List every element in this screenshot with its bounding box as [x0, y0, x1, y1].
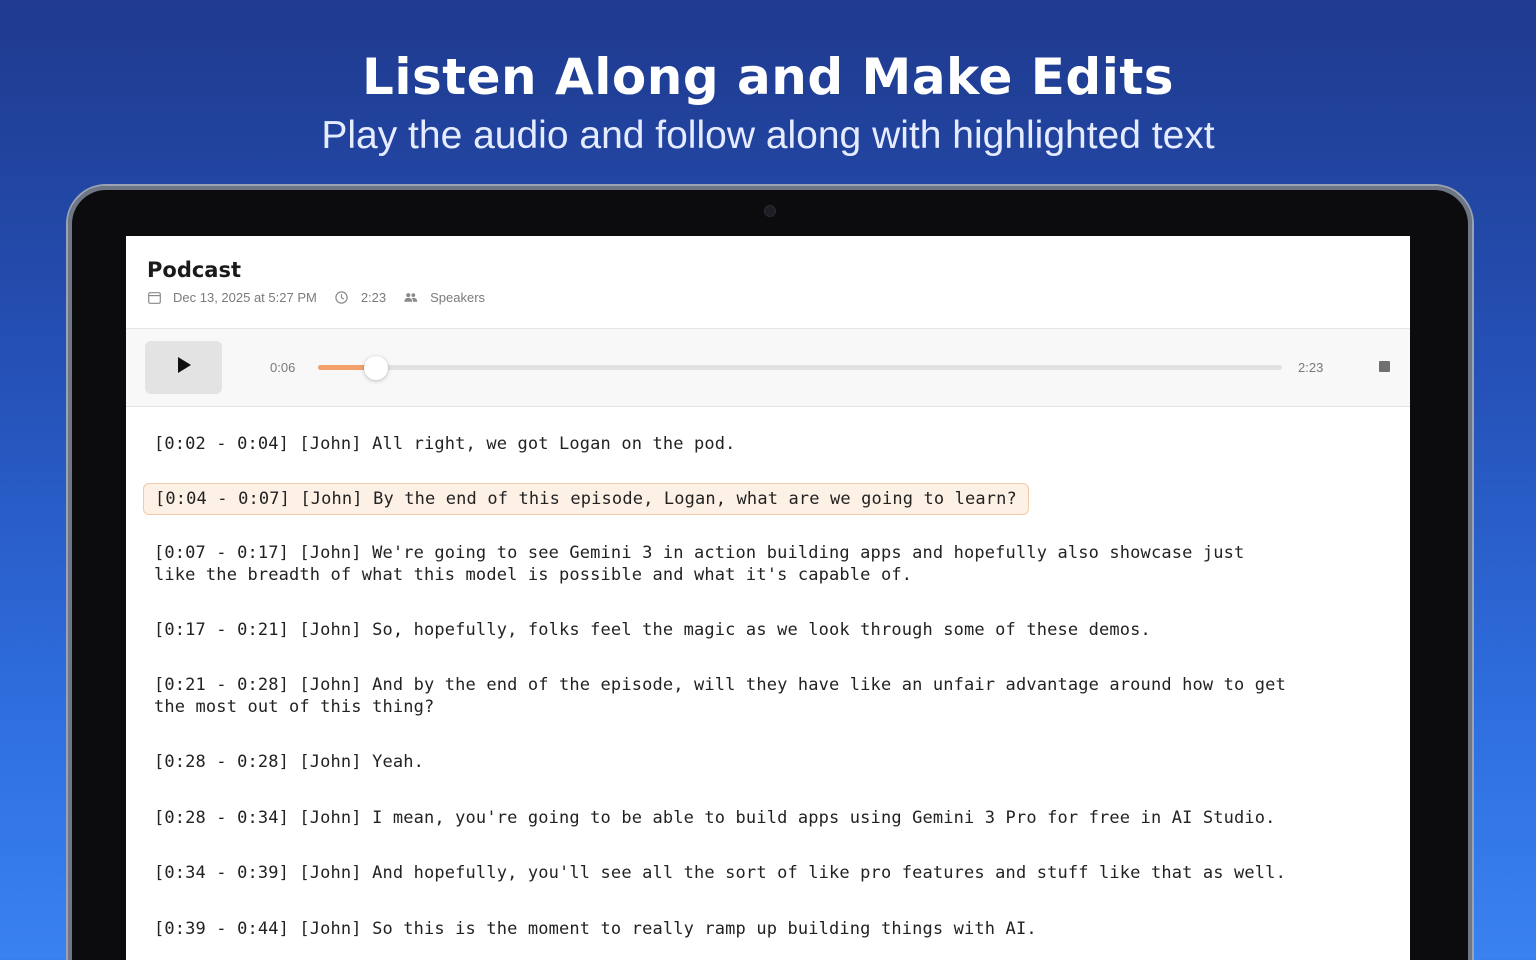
transcript-segment[interactable]: [0:02 - 0:04] [John] All right, we got L…	[143, 429, 1405, 459]
document-header: Podcast Dec 13, 2025 at 5:27 PM 2:23 Spe…	[126, 236, 1410, 329]
calendar-icon	[147, 291, 161, 305]
promo-headline: Listen Along and Make Edits	[361, 48, 1175, 106]
transcript: [0:02 - 0:04] [John] All right, we got L…	[126, 407, 1410, 960]
speakers-meta[interactable]: Speakers	[404, 290, 485, 305]
transcript-segment[interactable]: [0:21 - 0:28] [John] And by the end of t…	[143, 670, 1405, 722]
play-icon	[176, 356, 192, 379]
app-window: Podcast Dec 13, 2025 at 5:27 PM 2:23 Spe…	[126, 236, 1410, 960]
document-meta: Dec 13, 2025 at 5:27 PM 2:23 Speakers	[147, 290, 495, 305]
total-time: 2:23	[1298, 360, 1324, 375]
progress-slider[interactable]	[318, 356, 1282, 380]
document-duration: 2:23	[360, 290, 387, 305]
camera-icon	[764, 205, 776, 217]
stop-icon[interactable]	[1379, 361, 1390, 372]
transcript-segment[interactable]: [0:34 - 0:39] [John] And hopefully, you'…	[143, 858, 1405, 888]
speakers-label: Speakers	[430, 290, 486, 305]
progress-thumb[interactable]	[363, 356, 388, 380]
transcript-segment[interactable]: [0:28 - 0:28] [John] Yeah.	[143, 747, 1405, 777]
people-icon	[404, 291, 418, 305]
audio-player: 0:06 2:23	[126, 329, 1410, 407]
document-title[interactable]: Podcast	[147, 258, 241, 282]
transcript-segment[interactable]: [0:17 - 0:21] [John] So, hopefully, folk…	[143, 615, 1405, 645]
play-button[interactable]	[145, 341, 222, 394]
transcript-segment[interactable]: [0:07 - 0:17] [John] We're going to see …	[143, 538, 1405, 590]
clock-icon	[335, 291, 349, 305]
date-meta: Dec 13, 2025 at 5:27 PM	[147, 290, 317, 305]
transcript-segment-active[interactable]: [0:04 - 0:07] [John] By the end of this …	[143, 483, 1029, 515]
document-date: Dec 13, 2025 at 5:27 PM	[173, 290, 317, 305]
transcript-segment[interactable]: [0:28 - 0:34] [John] I mean, you're goin…	[143, 803, 1405, 833]
promo-subheadline: Play the audio and follow along with hig…	[321, 114, 1215, 157]
transcript-segment[interactable]: [0:39 - 0:44] [John] So this is the mome…	[143, 914, 1405, 944]
duration-meta: 2:23	[335, 290, 386, 305]
current-time: 0:06	[270, 360, 296, 375]
